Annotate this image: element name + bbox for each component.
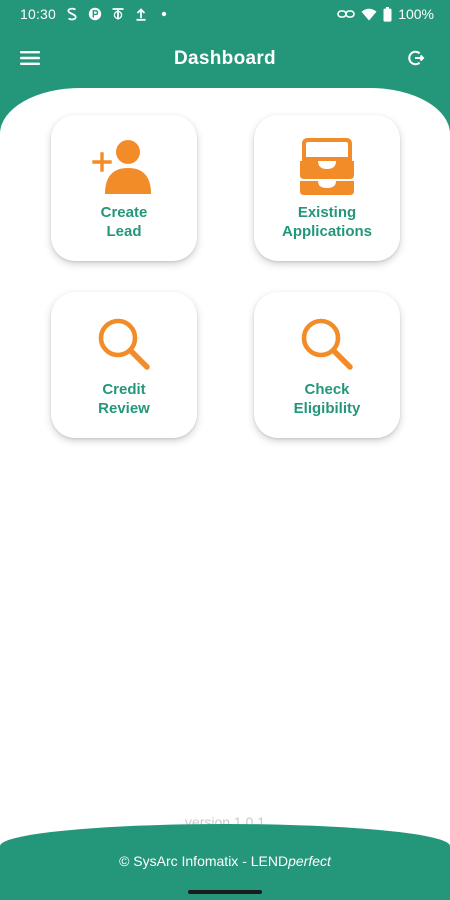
credit-review-label: Credit Review [98,381,150,417]
status-left: 10:30 [20,6,171,22]
dashboard-screen: 10:30 100% Dashboard Create Lead Existin… [0,0,450,900]
page-title: Dashboard [174,48,276,69]
wifi-icon [361,7,377,21]
p-logo-icon [88,7,102,21]
battery-icon [383,6,392,22]
status-right: 100% [337,6,434,22]
t-logo-icon [111,7,125,21]
upload-icon [134,7,148,21]
footer-company: © SysArc Infomatix - LEND [119,853,289,869]
s-logo-icon [65,7,79,21]
create-lead-tile[interactable]: Create Lead [51,115,197,261]
check-eligibility-label: Check Eligibility [293,381,361,417]
dot-icon [157,7,171,21]
link-icon [337,7,355,21]
existing-applications-tile[interactable]: Existing Applications [254,115,400,261]
menu-button[interactable] [14,44,46,76]
app-bar: Dashboard [0,36,450,82]
footer-brand: perfect [288,853,331,869]
logout-button[interactable] [400,44,432,76]
existing-applications-label: Existing Applications [281,204,372,240]
footer-copyright: © SysArc Infomatix - LENDperfect [0,853,450,869]
status-time: 10:30 [20,6,57,22]
check-eligibility-tile[interactable]: Check Eligibility [254,292,400,438]
battery-percentage: 100% [398,6,434,22]
status-bar: 10:30 100% [0,0,450,28]
credit-review-tile[interactable]: Credit Review [51,292,197,438]
add-user-icon [92,137,156,197]
hamburger-menu-icon [20,50,40,71]
logout-icon [407,49,425,72]
search-icon [295,314,359,374]
search-icon [92,314,156,374]
inbox-tray-icon [295,137,359,197]
gesture-nav-handle[interactable] [188,890,262,894]
create-lead-label: Create Lead [100,204,148,240]
